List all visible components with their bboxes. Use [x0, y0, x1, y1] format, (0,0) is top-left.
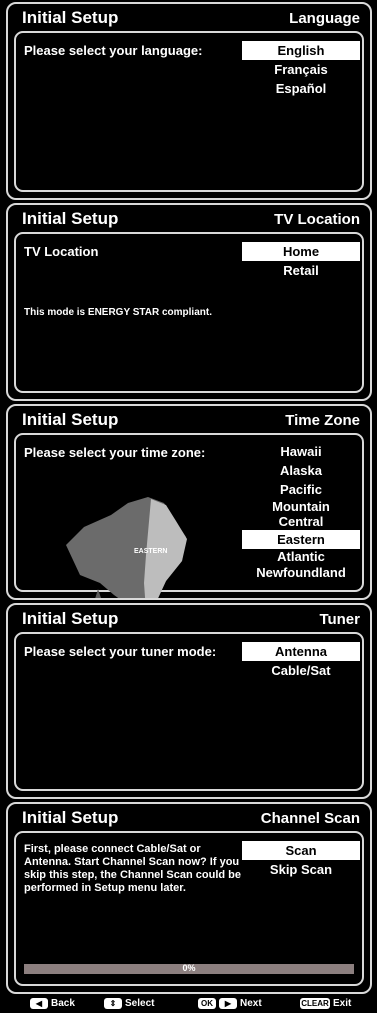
option-mountain[interactable]: Mountain	[242, 499, 360, 514]
channel-scan-box: First, please connect Cable/Sat or Anten…	[14, 831, 364, 986]
tuner-prompt: Please select your tuner mode:	[24, 644, 217, 659]
option-cable-sat[interactable]: Cable/Sat	[242, 661, 360, 680]
panel-title: Initial Setup	[22, 808, 119, 827]
language-box: Please select your language: English Fra…	[14, 31, 364, 192]
exit-hint: CLEAR Exit	[300, 998, 351, 1009]
language-prompt: Please select your language:	[24, 43, 203, 58]
option-alaska[interactable]: Alaska	[242, 461, 360, 480]
time-zone-options: Hawaii Alaska Pacific Mountain Central E…	[242, 442, 360, 581]
scan-progress-text: 0%	[182, 963, 196, 973]
back-hint: ◀ Back	[30, 998, 75, 1009]
next-hint: OK ▶ Next	[198, 998, 262, 1009]
panel-title: Initial Setup	[22, 609, 119, 628]
remote-key-legend: ◀ Back ⇕ Select OK ▶ Next CLEAR Exit	[6, 995, 372, 1013]
select-hint: ⇕ Select	[104, 998, 154, 1009]
option-francais[interactable]: Français	[242, 60, 360, 79]
up-down-arrow-icon: ⇕	[104, 998, 122, 1009]
tv-location-box: TV Location Home Retail This mode is ENE…	[14, 232, 364, 393]
panel-section: Language	[289, 10, 360, 27]
tuner-options: Antenna Cable/Sat	[242, 642, 360, 680]
eastern-map-label: EASTERN	[134, 548, 167, 555]
panel-section: TV Location	[274, 211, 360, 228]
tv-location-panel: Initial Setup TV Location TV Location Ho…	[6, 203, 372, 401]
right-arrow-icon: ▶	[219, 998, 237, 1009]
language-panel: Initial Setup Language Please select you…	[6, 2, 372, 200]
option-atlantic[interactable]: Atlantic	[242, 549, 360, 565]
option-english[interactable]: English	[242, 41, 360, 60]
tuner-panel: Initial Setup Tuner Please select your t…	[6, 603, 372, 799]
left-arrow-icon: ◀	[30, 998, 48, 1009]
option-retail[interactable]: Retail	[242, 261, 360, 280]
option-eastern[interactable]: Eastern	[242, 530, 360, 549]
panel-section: Time Zone	[285, 412, 360, 429]
option-central[interactable]: Central	[242, 514, 360, 530]
panel-title: Initial Setup	[22, 209, 119, 228]
channel-scan-options: Scan Skip Scan	[242, 841, 360, 879]
panel-title: Initial Setup	[22, 410, 119, 429]
north-america-map: EASTERN	[66, 497, 187, 598]
language-options: English Français Español	[242, 41, 360, 98]
option-home[interactable]: Home	[242, 242, 360, 261]
back-label: Back	[51, 998, 75, 1010]
energy-star-note: This mode is ENERGY STAR compliant.	[24, 307, 212, 318]
option-antenna[interactable]: Antenna	[242, 642, 360, 661]
exit-label: Exit	[333, 998, 352, 1010]
clear-key: CLEAR	[300, 998, 330, 1009]
tv-location-prompt: TV Location	[24, 244, 99, 259]
channel-scan-prompt: First, please connect Cable/Sat or Anten…	[24, 843, 241, 894]
panel-section: Channel Scan	[260, 810, 360, 827]
option-scan[interactable]: Scan	[242, 841, 360, 860]
ok-key: OK	[198, 998, 216, 1009]
option-pacific[interactable]: Pacific	[242, 480, 360, 499]
channel-scan-panel: Initial Setup Channel Scan First, please…	[6, 802, 372, 994]
next-label: Next	[240, 998, 262, 1010]
option-espanol[interactable]: Español	[242, 79, 360, 98]
panel-title: Initial Setup	[22, 8, 119, 27]
tuner-box: Please select your tuner mode: Antenna C…	[14, 632, 364, 791]
time-zone-panel: Initial Setup Time Zone Please select yo…	[6, 404, 372, 600]
option-hawaii[interactable]: Hawaii	[242, 442, 360, 461]
scan-progress-bar: 0%	[24, 963, 354, 974]
time-zone-box: Please select your time zone: Hawaii Ala…	[14, 433, 364, 598]
select-label: Select	[125, 998, 155, 1010]
option-skip-scan[interactable]: Skip Scan	[242, 860, 360, 879]
time-zone-prompt: Please select your time zone:	[24, 445, 206, 460]
option-newfoundland[interactable]: Newfoundland	[242, 565, 360, 581]
tv-location-options: Home Retail	[242, 242, 360, 280]
panel-section: Tuner	[319, 611, 360, 628]
